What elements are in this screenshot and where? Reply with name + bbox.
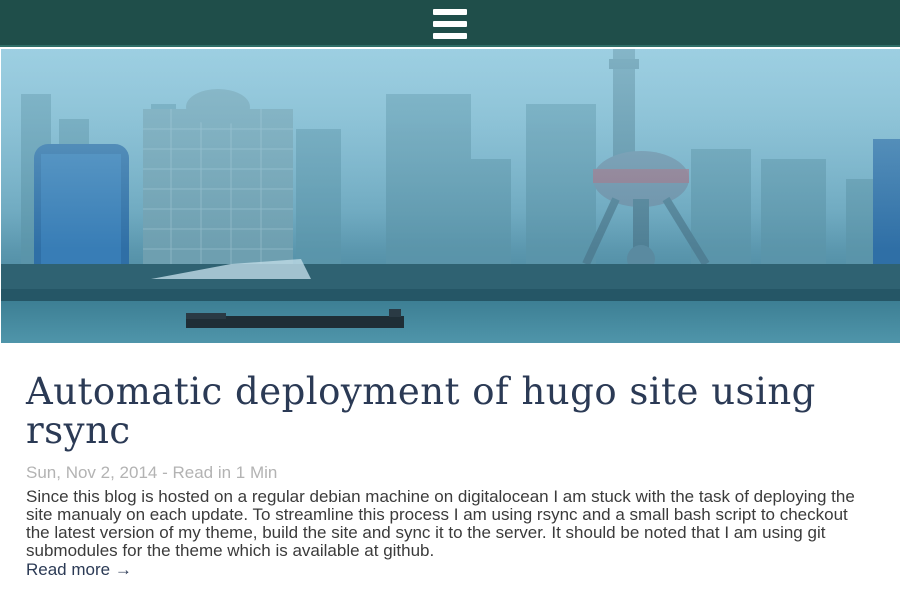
post-title[interactable]: Automatic deployment of hugo site using …	[26, 372, 876, 450]
arrow-right-icon: →	[114, 560, 132, 579]
menu-bar-bottom	[433, 33, 467, 39]
menu-bar-top	[433, 9, 467, 15]
post-date: Sun, Nov 2, 2014	[26, 463, 158, 482]
post-meta: Sun, Nov 2, 2014 - Read in 1 Min	[26, 462, 876, 484]
blog-post-preview: Automatic deployment of hugo site using …	[26, 372, 876, 579]
read-time: Read in 1 Min	[172, 463, 278, 482]
menu-bar-middle	[433, 21, 467, 27]
read-more-label: Read more	[26, 560, 111, 579]
read-more-link[interactable]: Read more →	[26, 561, 132, 579]
post-summary: Since this blog is hosted on a regular d…	[26, 487, 855, 560]
top-navigation-bar	[0, 0, 900, 47]
hamburger-menu-icon[interactable]	[433, 9, 467, 39]
hero-image	[1, 49, 900, 343]
meta-separator: -	[157, 463, 173, 482]
